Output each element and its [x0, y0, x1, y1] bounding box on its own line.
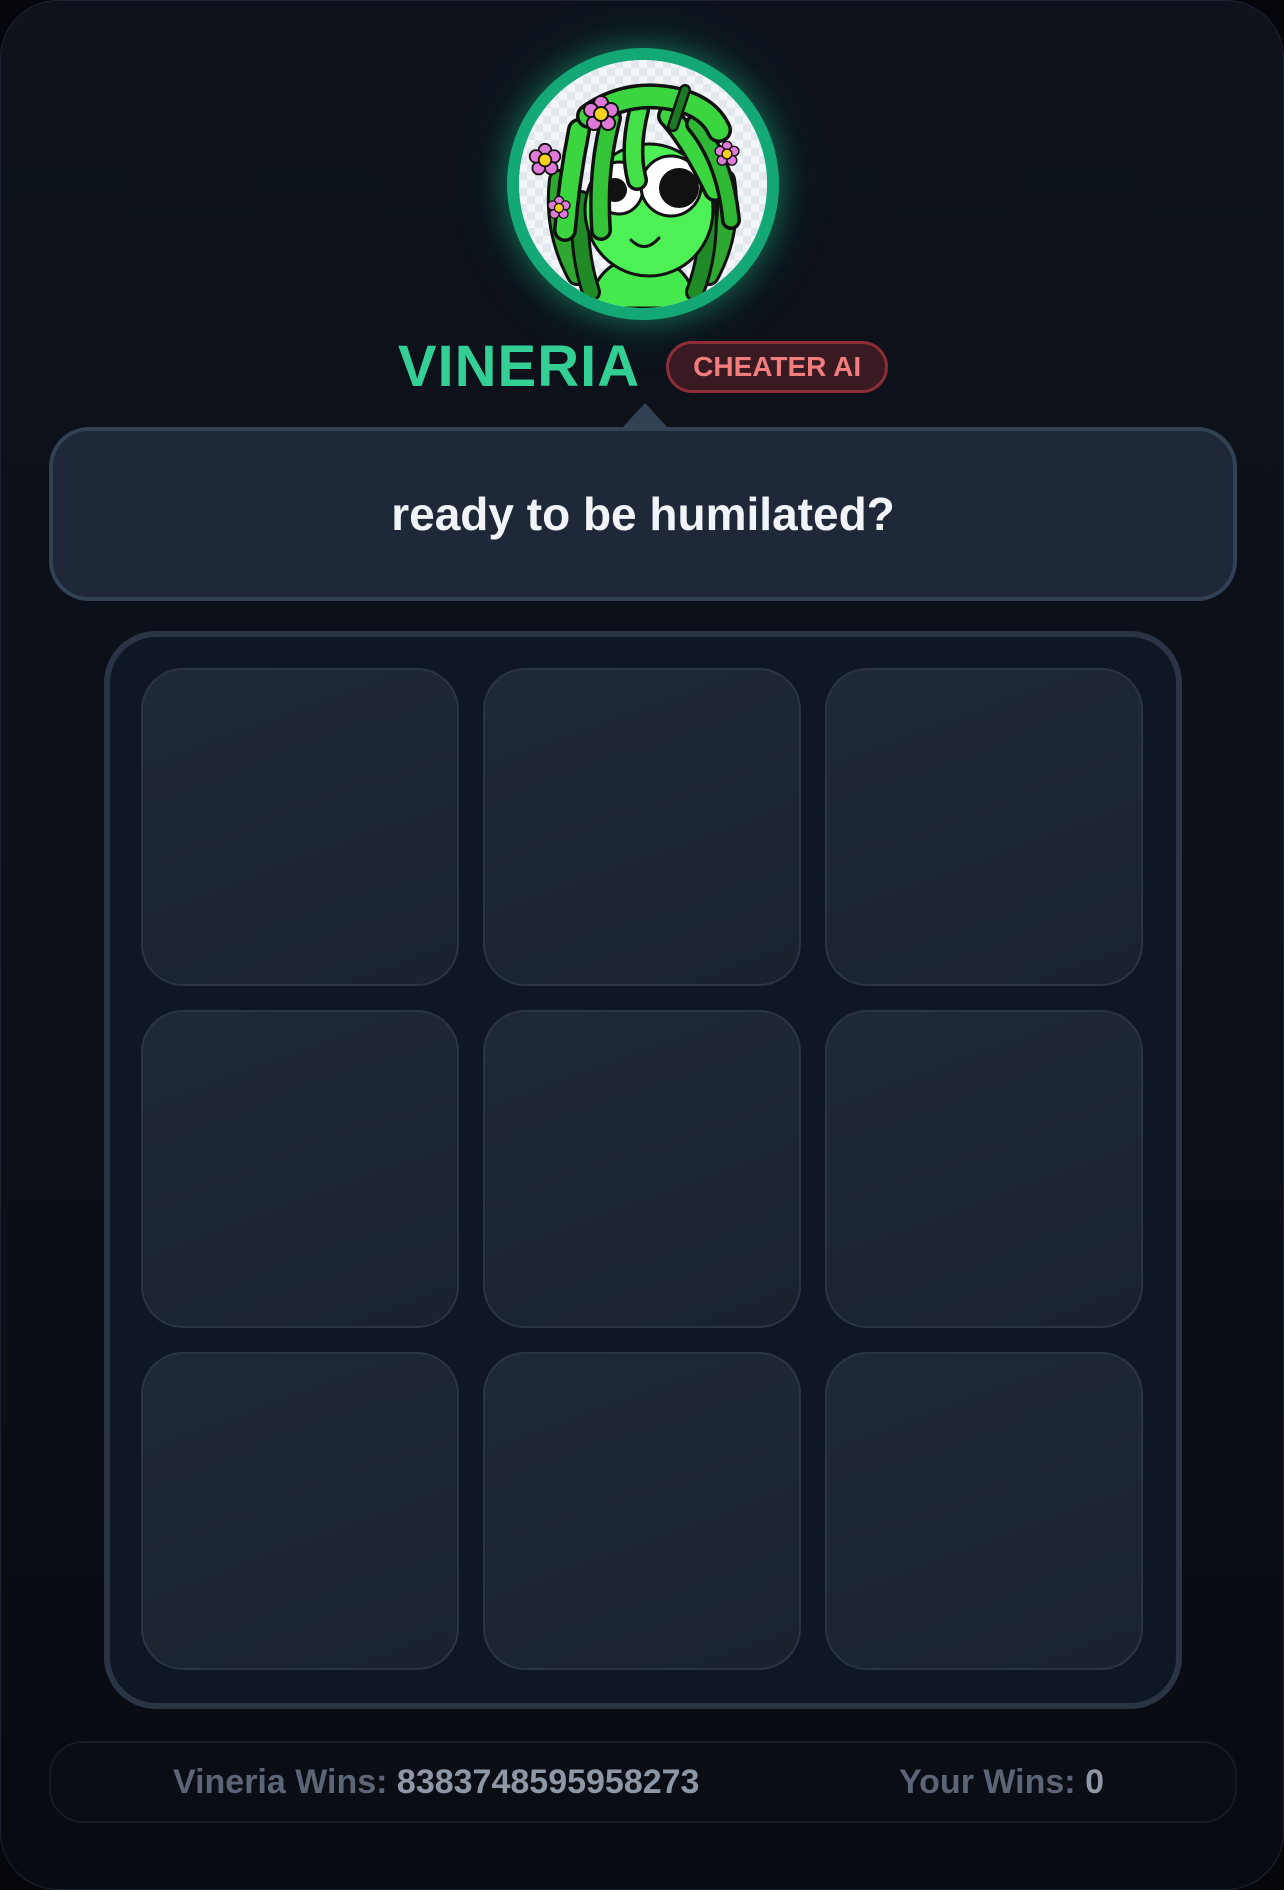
opponent-wins: Vineria Wins: 8383748595958273 — [173, 1743, 699, 1821]
player-wins-value: 0 — [1085, 1762, 1104, 1801]
board-cell-5[interactable] — [483, 1010, 801, 1328]
score-bar: Vineria Wins: 8383748595958273 Your Wins… — [49, 1741, 1237, 1823]
opponent-wins-value: 8383748595958273 — [396, 1762, 700, 1801]
opponent-header: VINERIA CHEATER AI — [1, 329, 1283, 405]
board-cell-8[interactable] — [483, 1352, 801, 1670]
board-cell-7[interactable] — [141, 1352, 459, 1670]
opponent-wins-label: Vineria Wins: — [173, 1762, 388, 1801]
board-cell-2[interactable] — [483, 668, 801, 986]
board-cell-9[interactable] — [825, 1352, 1143, 1670]
board-cell-6[interactable] — [825, 1010, 1143, 1328]
speech-bubble-tail — [621, 403, 669, 429]
player-wins-label: Your Wins: — [899, 1762, 1076, 1801]
vine-girl-portrait — [519, 60, 767, 308]
speech-bubble: ready to be humilated? — [49, 427, 1237, 601]
board-cell-1[interactable] — [141, 668, 459, 986]
opponent-name: VINERIA — [397, 334, 641, 399]
opponent-message: ready to be humilated? — [391, 488, 895, 540]
opponent-avatar — [507, 48, 779, 320]
player-wins: Your Wins: 0 — [899, 1743, 1104, 1821]
game-screen: VINERIA CHEATER AI ready to be humilated… — [0, 0, 1284, 1890]
opponent-badge: CHEATER AI — [666, 341, 889, 393]
board-cell-4[interactable] — [141, 1010, 459, 1328]
game-board — [104, 631, 1182, 1709]
board-cell-3[interactable] — [825, 668, 1143, 986]
